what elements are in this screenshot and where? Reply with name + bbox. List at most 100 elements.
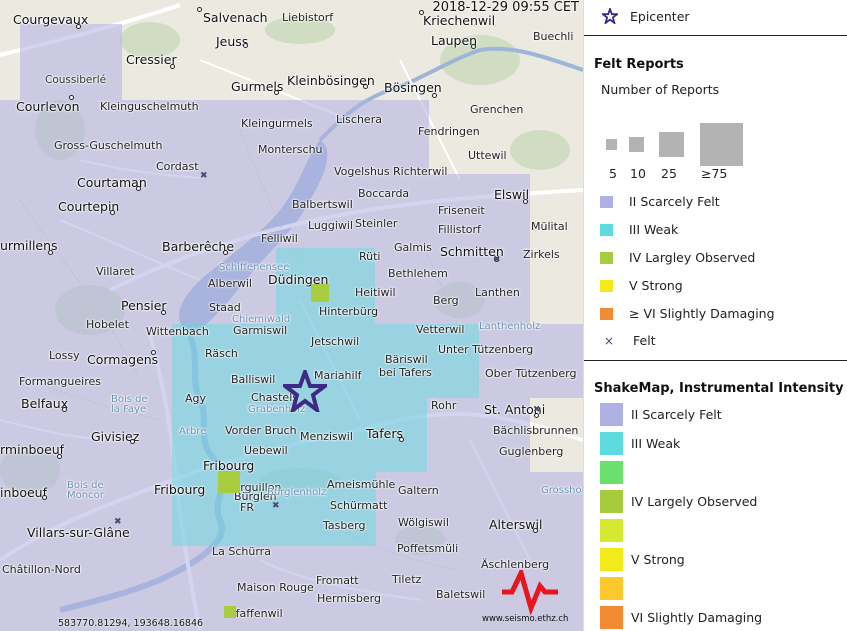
place-label: Liebistorf bbox=[282, 11, 334, 24]
place-label: Vetterwil bbox=[416, 323, 465, 336]
legend-item-label: VI Slightly Damaging bbox=[631, 610, 763, 625]
place-label: Villaret bbox=[96, 265, 135, 278]
place-label: Balbertswil bbox=[292, 198, 353, 211]
epicenter-star-icon[interactable] bbox=[283, 370, 327, 412]
felt-reports-title: Felt Reports bbox=[594, 57, 684, 72]
place-label: Coussiberlé bbox=[45, 74, 107, 86]
place-label: Guglenberg bbox=[499, 445, 564, 458]
place-label: Mülital bbox=[531, 220, 568, 233]
legend-item-label: V Strong bbox=[629, 278, 683, 293]
place-label: Lanthen bbox=[475, 286, 520, 299]
place-label: Wittenbach bbox=[146, 325, 209, 338]
color-swatch bbox=[600, 519, 623, 542]
place-label: Tafers bbox=[366, 426, 403, 441]
legend-shakemap-item: VI Slightly Damaging bbox=[600, 606, 762, 629]
legend-item-label: III Weak bbox=[629, 222, 679, 237]
color-swatch bbox=[600, 548, 623, 571]
legend-felt-item: V Strong bbox=[600, 278, 683, 293]
felt-x-icon[interactable]: ✖ bbox=[272, 502, 280, 511]
felt-x-icon[interactable]: ✖ bbox=[493, 256, 501, 265]
place-label: La Schürra bbox=[212, 545, 271, 558]
place-label: Hermisberg bbox=[317, 592, 381, 605]
color-swatch bbox=[600, 606, 623, 629]
place-label: Moncor bbox=[67, 490, 104, 501]
legend-item-label: II Scarcely Felt bbox=[631, 407, 722, 422]
place-label: Pfaffenwil bbox=[229, 607, 283, 620]
place-label: Lossy bbox=[49, 349, 80, 362]
legend-shakemap-item bbox=[600, 461, 631, 484]
town-marker-icon bbox=[523, 199, 528, 204]
legend-item-label: IV Largely Observed bbox=[631, 494, 758, 509]
place-label: Arbre bbox=[179, 426, 207, 437]
felt-x-icon[interactable]: ✖ bbox=[533, 406, 541, 415]
place-label: Grenchen bbox=[470, 103, 524, 116]
place-label: FR bbox=[240, 501, 254, 514]
attribution-link[interactable]: www.seismo.ethz.ch bbox=[482, 614, 568, 624]
legend-felt-item: ≥ VI Slightly Damaging bbox=[600, 306, 775, 321]
place-label: Rohr bbox=[431, 399, 457, 412]
epicenter-star-icon bbox=[602, 8, 618, 24]
place-label: Formangueires bbox=[19, 375, 101, 388]
place-label: Jetschwil bbox=[311, 335, 360, 348]
place-label: Lischera bbox=[336, 113, 382, 126]
felt-report-marker[interactable] bbox=[218, 471, 240, 493]
place-label: Galmis bbox=[394, 241, 432, 254]
map-view[interactable]: Courgevaux Salvenach Liebistorf Kriechenwil… bbox=[0, 0, 583, 631]
town-marker-icon bbox=[471, 44, 476, 49]
town-marker-icon bbox=[130, 439, 135, 444]
legend-item-label: V Strong bbox=[631, 552, 685, 567]
legend-item-label: ≥ VI Slightly Damaging bbox=[629, 306, 775, 321]
color-swatch bbox=[600, 307, 613, 320]
place-label: Rüti bbox=[359, 250, 381, 263]
legend-felt-item: IV Largley Observed bbox=[600, 250, 755, 265]
size-square-10 bbox=[629, 137, 644, 152]
event-timestamp: 2018-12-29 09:55 CET bbox=[432, 0, 579, 15]
place-label: Alberwil bbox=[208, 277, 252, 290]
color-swatch bbox=[600, 461, 623, 484]
place-label: Zirkels bbox=[523, 248, 560, 261]
place-label: Tiletz bbox=[392, 573, 422, 586]
place-label: Ameismühle bbox=[327, 478, 396, 491]
place-label: Ober Tützenberg bbox=[485, 367, 577, 380]
place-label: Felliwil bbox=[261, 232, 298, 245]
color-swatch bbox=[600, 577, 623, 600]
place-label: Kleinbösingen bbox=[287, 73, 375, 88]
town-marker-icon bbox=[161, 310, 166, 315]
place-label: Fromatt bbox=[316, 574, 359, 587]
legend-item-label: II Scarcely Felt bbox=[629, 194, 720, 209]
place-label: bei Tafers bbox=[379, 366, 432, 379]
town-marker-icon bbox=[151, 350, 156, 355]
legend-shakemap-item: II Scarcely Felt bbox=[600, 403, 722, 426]
legend-shakemap-item: III Weak bbox=[600, 432, 680, 455]
felt-x-icon: × bbox=[604, 333, 615, 348]
town-marker-icon bbox=[197, 7, 202, 12]
place-label: Lanthenholz bbox=[479, 321, 541, 332]
town-marker-icon bbox=[274, 90, 279, 95]
size-label: 25 bbox=[661, 166, 677, 181]
color-swatch bbox=[600, 195, 613, 208]
town-marker-icon bbox=[136, 186, 141, 191]
place-label: Villars-sur-Glâne bbox=[27, 525, 130, 540]
legend-shakemap-item bbox=[600, 577, 631, 600]
place-label: Baletswil bbox=[436, 588, 486, 601]
place-label: Fribourg bbox=[154, 482, 206, 497]
felt-report-marker[interactable] bbox=[311, 284, 329, 302]
legend-shakemap-item bbox=[600, 519, 631, 542]
felt-report-marker[interactable] bbox=[224, 606, 236, 618]
place-label: Cormagens bbox=[87, 352, 159, 367]
felt-x-icon[interactable]: ✖ bbox=[200, 172, 208, 181]
size-label: ≥75 bbox=[701, 166, 728, 181]
place-label: Schürmatt bbox=[330, 499, 388, 512]
place-label: Staad bbox=[209, 301, 241, 314]
place-label: rminboeuf bbox=[0, 442, 65, 457]
town-marker-icon bbox=[110, 210, 115, 215]
place-label: Heitiwil bbox=[355, 286, 396, 299]
legend-felt-mark: × Felt bbox=[604, 333, 656, 348]
place-label: Hobelet bbox=[86, 318, 129, 331]
felt-x-icon[interactable]: ✖ bbox=[114, 518, 122, 527]
place-label: Grossholz bbox=[541, 485, 583, 496]
legend-felt-label: Felt bbox=[633, 333, 656, 348]
place-label: Buechli bbox=[533, 30, 574, 43]
place-label: Fillistorf bbox=[438, 223, 481, 236]
place-label: Vogelshus bbox=[334, 165, 390, 178]
